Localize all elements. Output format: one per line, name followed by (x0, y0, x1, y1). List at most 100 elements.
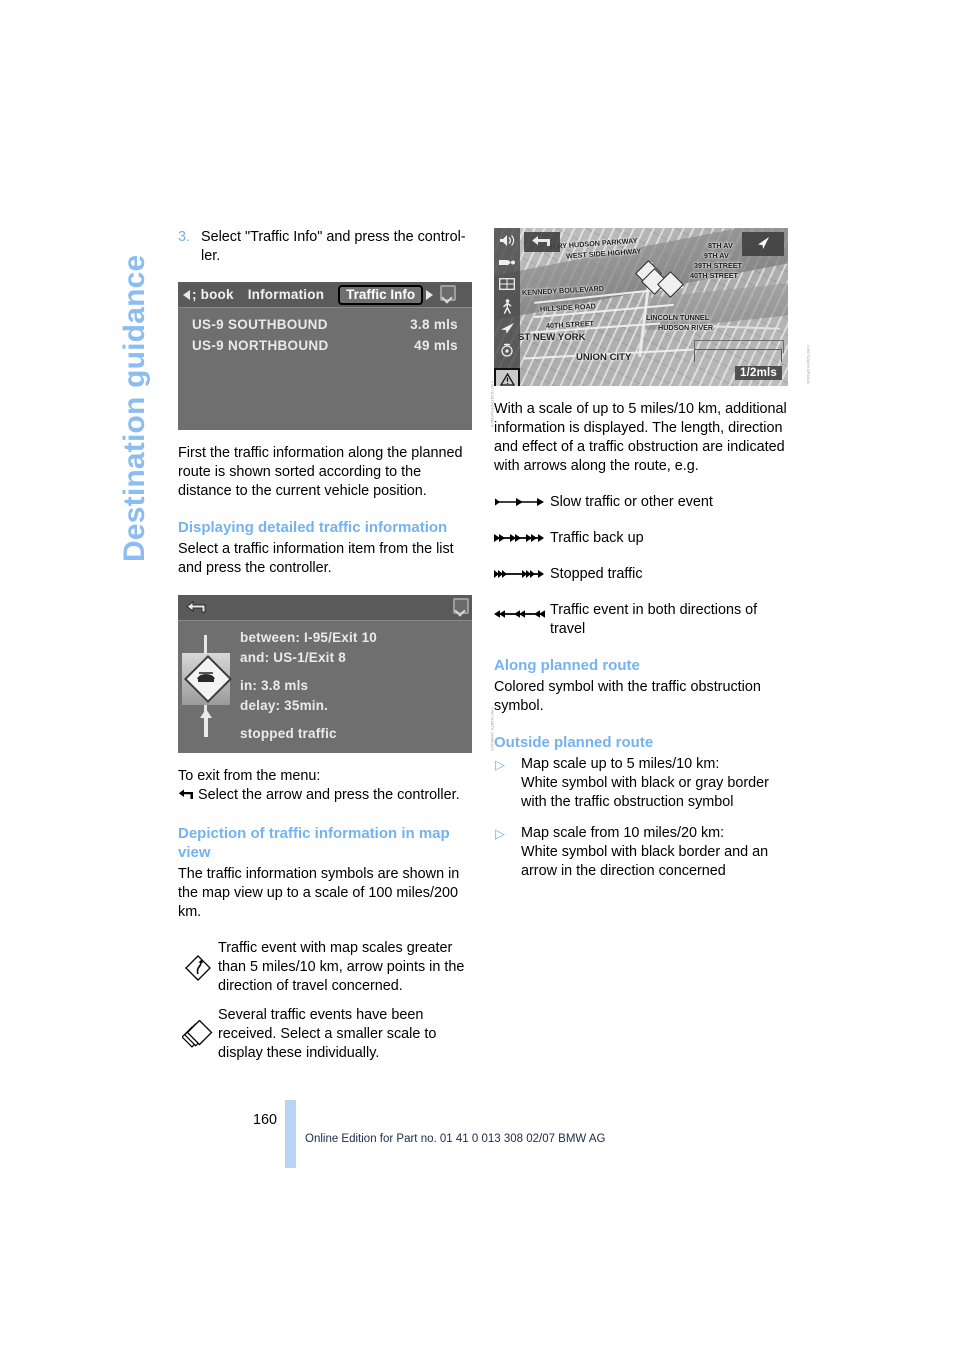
stacked-diamond-icon (178, 1006, 218, 1050)
map-label: ST NEW YORK (518, 332, 586, 343)
section-body: The traffic information symbols are show… (178, 866, 460, 920)
section-heading: Depiction of traffic information in map … (178, 825, 450, 861)
section-outside-planned-route: Outside planned route ▷ Map scale up to … (494, 733, 794, 881)
manual-page: Destination guidance 3. Select "Traffic … (0, 0, 954, 1351)
list-item-distance: 49 mls (414, 338, 458, 353)
detail-status: stopped traffic (240, 726, 337, 741)
figure-caption: VI9078JMTKOF0A06 (806, 345, 810, 384)
map-label: 9TH AV (704, 251, 729, 260)
triangle-bullet-icon: ▷ (495, 757, 505, 772)
symbol-text: Traffic event with map scales greater th… (218, 940, 465, 994)
double-arrow-line-icon (494, 529, 550, 543)
traffic-detail-screenshot: between: I-95/Exit 10 and: US-1/Exit 8 i… (178, 595, 472, 753)
map-label: HUDSON RIVER (658, 323, 714, 332)
detail-body: between: I-95/Exit 10 and: US-1/Exit 8 i… (178, 621, 472, 753)
section-body: Colored symbol with the traffic obstruct… (494, 679, 761, 714)
chapter-title: Destination guidance (118, 254, 151, 562)
step-number: 3. (178, 229, 191, 245)
triangle-bullet-icon: ▷ (495, 826, 505, 841)
list-item[interactable]: US-9 NORTHBOUND 49 mls (192, 335, 458, 356)
symbol-entry: Traffic event with map scales greater th… (178, 939, 478, 996)
map-direction-indicator-icon (742, 232, 784, 256)
legend-label: Traffic back up (550, 530, 644, 546)
direction-arrow-icon (198, 709, 214, 737)
menu-item-traffic-info[interactable]: Traffic Info (338, 284, 424, 305)
map-label: 39TH STREET (694, 261, 742, 270)
traffic-detail-figure: between: I-95/Exit 10 and: US-1/Exit 8 i… (178, 595, 494, 753)
speaker-icon[interactable] (498, 233, 516, 248)
legend-label: Traffic event in both directions of trav… (550, 602, 758, 637)
list-item: ▷ Map scale up to 5 miles/10 km: White s… (494, 755, 794, 812)
nav-menu-bar: ; book Information Traffic Info (178, 282, 472, 308)
diamond-arrow-icon (178, 939, 218, 983)
section-along-planned-route: Along planned route Colored symbol with … (494, 656, 794, 716)
traffic-list: US-9 SOUTHBOUND 3.8 mls US-9 NORTHBOUND … (178, 308, 472, 356)
legend-entry: Slow traffic or other event (494, 493, 794, 512)
list-item-text: Map scale from 10 miles/20 km: White sym… (521, 825, 769, 879)
map-label: 40TH STREET (690, 271, 738, 280)
vehicle-icon[interactable] (498, 255, 516, 270)
detail-and: and: US-1/Exit 8 (240, 650, 346, 665)
step-3: 3. Select "Traffic Info" and press the c… (178, 228, 478, 266)
section-displaying: Displaying detailed traffic information … (178, 518, 478, 578)
legend-entry: Traffic back up (494, 529, 794, 548)
exit-menu-instruction-row: Select the arrow and press the controlle… (178, 786, 478, 807)
compass-icon[interactable] (498, 343, 516, 358)
symbol-text: Several traffic events have been receive… (218, 1007, 437, 1061)
arrow-icon[interactable] (498, 321, 516, 336)
map-label: LINCOLN TUNNEL (646, 313, 710, 322)
legend-label: Stopped traffic (550, 566, 643, 582)
footer-text: Online Edition for Part no. 01 41 0 013 … (305, 1133, 606, 1145)
menu-item-information[interactable]: Information (248, 287, 324, 302)
single-arrow-line-icon (494, 493, 550, 507)
list-item-distance: 3.8 mls (410, 317, 458, 332)
map-scale-label: 1/2mls (734, 366, 782, 380)
page-number: 160 (253, 1112, 278, 1128)
traffic-symbol-highlight (182, 653, 233, 705)
list-item-name: US-9 NORTHBOUND (192, 338, 329, 353)
detail-delay: delay: 35min. (240, 698, 329, 713)
triple-arrow-line-icon (494, 565, 550, 579)
map-paragraph: With a scale of up to 5 miles/10 km, add… (494, 401, 787, 474)
arrow-legend: Slow traffic or other event Traffic back… (494, 493, 794, 639)
scroll-indicator-icon[interactable] (452, 598, 469, 617)
symbol-entry: Several traffic events have been receive… (178, 1006, 478, 1063)
section-body: Select a traffic information item from t… (178, 541, 454, 576)
back-arrow-icon (178, 788, 195, 807)
intro-paragraph: First the traffic information along the … (178, 445, 463, 499)
next-arrow-icon[interactable] (426, 289, 434, 300)
detail-in: in: 3.8 mls (240, 678, 309, 693)
map-label: 8TH AV (708, 241, 733, 250)
map-label: UNION CITY (576, 352, 632, 363)
traffic-list-figure: ; book Information Traffic Info US-9 SOU… (178, 282, 494, 430)
list-item: ▷ Map scale from 10 miles/20 km: White s… (494, 824, 794, 881)
exit-menu-instruction: Select the arrow and press the controlle… (198, 787, 460, 803)
nav-list-screenshot: ; book Information Traffic Info US-9 SOU… (178, 282, 472, 430)
back-arrow-icon[interactable] (186, 600, 208, 615)
scroll-indicator-icon[interactable] (439, 285, 457, 304)
map-icon-bar (494, 228, 520, 386)
menu-item-book[interactable]: ; book (192, 287, 234, 302)
list-item-name: US-9 SOUTHBOUND (192, 317, 328, 332)
legend-label: Slow traffic or other event (550, 494, 713, 510)
pedestrian-icon[interactable] (498, 298, 516, 314)
prev-arrow-icon[interactable] (183, 289, 190, 300)
section-heading: Displaying detailed traffic information (178, 519, 448, 536)
map-back-button[interactable] (524, 232, 560, 252)
legend-entry: Stopped traffic (494, 565, 794, 584)
map-scale-bar (694, 349, 782, 362)
detail-symbol-panel (178, 621, 234, 753)
warning-triangle-icon[interactable] (494, 368, 520, 386)
legend-entry: Traffic event in both directions of trav… (494, 601, 794, 639)
list-item[interactable]: US-9 SOUTHBOUND 3.8 mls (192, 314, 458, 335)
detail-text-panel: between: I-95/Exit 10 and: US-1/Exit 8 i… (234, 621, 472, 753)
left-column: 3. Select "Traffic Info" and press the c… (178, 228, 494, 1073)
section-heading: Outside planned route (494, 734, 654, 751)
detail-top-bar (178, 595, 472, 621)
route-line-top (204, 635, 207, 655)
list-item-text: Map scale up to 5 miles/10 km: White sym… (521, 756, 769, 810)
right-column: H.RY HUDSON PARKWAY WEST SIDE HIGHWAY 8T… (494, 228, 810, 893)
footer-accent-bar (285, 1100, 296, 1168)
split-screen-icon[interactable] (498, 277, 516, 292)
bidirectional-arrow-line-icon (494, 601, 550, 619)
